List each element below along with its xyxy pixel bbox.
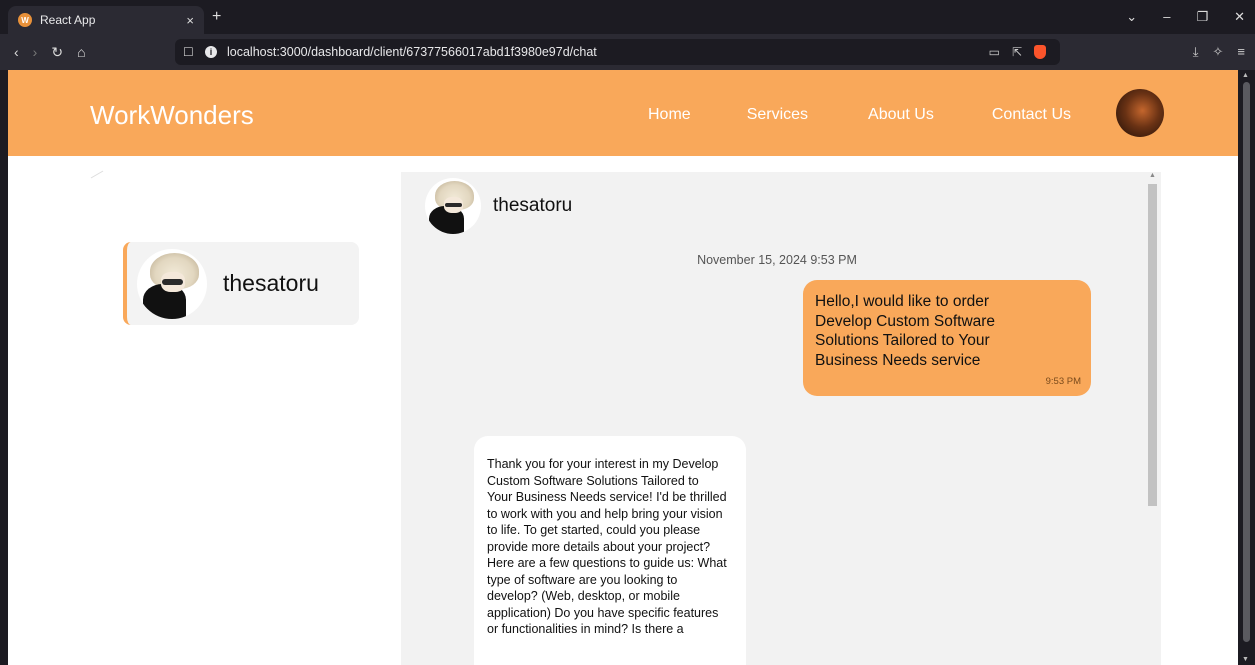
nav-about[interactable]: About Us (868, 106, 934, 124)
brand-logo[interactable]: WorkWonders (90, 100, 254, 131)
contact-avatar (137, 248, 207, 319)
scroll-up-icon[interactable]: ▲ (1242, 72, 1249, 79)
window-controls: ⌄ – ❐ ✕ (1126, 9, 1245, 25)
favicon-icon: W (18, 13, 32, 27)
page-viewport: WorkWonders Home Services About Us Conta… (8, 70, 1238, 665)
message-text: Hello,I would like to order Develop Cust… (815, 293, 996, 369)
cast-icon[interactable]: ▭ (989, 45, 1000, 59)
user-avatar[interactable] (1116, 89, 1164, 137)
share-icon[interactable]: ⇱ (1012, 45, 1022, 59)
chat-scrollbar[interactable]: ▲ (1145, 172, 1160, 663)
minimize-icon[interactable]: – (1163, 9, 1170, 25)
toolbar-right: ⤓ ✧ ≡ (1193, 44, 1245, 60)
message-text: Thank you for your interest in my Develo… (487, 457, 727, 636)
address-bar-icons: ▭ ⇱ (989, 45, 1046, 59)
tab-title: React App (40, 13, 96, 27)
page-scrollbar[interactable]: ▲ ▼ (1238, 70, 1255, 665)
brave-shield-icon[interactable] (1034, 45, 1046, 59)
tab-list-icon[interactable]: ⌄ (1126, 9, 1137, 25)
menu-icon[interactable]: ≡ (1237, 44, 1245, 60)
close-window-icon[interactable]: ✕ (1234, 9, 1245, 25)
download-icon[interactable]: ⤓ (1193, 44, 1199, 60)
chat-avatar (425, 178, 481, 234)
chat-scroll-thumb[interactable] (1148, 184, 1157, 506)
page-scroll-thumb[interactable] (1243, 82, 1250, 642)
contact-item[interactable]: thesatoru (123, 242, 359, 325)
forward-icon[interactable]: › (33, 44, 38, 61)
date-separator: November 15, 2024 9:53 PM (697, 253, 857, 267)
address-bar[interactable]: ☐ i localhost:3000/dashboard/client/6737… (175, 39, 1060, 65)
close-tab-icon[interactable]: × (186, 13, 194, 28)
browser-tab[interactable]: W React App × (8, 6, 204, 34)
nav-home[interactable]: Home (648, 106, 691, 124)
chat-header: thesatoru (425, 178, 572, 234)
nav-contact[interactable]: Contact Us (992, 106, 1071, 124)
maximize-icon[interactable]: ❐ (1196, 9, 1208, 25)
browser-toolbar: ‹ › ↻ ⌂ ☐ i localhost:3000/dashboard/cli… (0, 34, 1255, 70)
back-icon[interactable]: ‹ (14, 44, 19, 61)
home-icon[interactable]: ⌂ (77, 44, 85, 61)
reload-icon[interactable]: ↻ (51, 44, 63, 61)
message-time: 9:53 PM (1045, 376, 1081, 387)
contact-name: thesatoru (223, 270, 319, 296)
decorative-mark (90, 170, 104, 179)
url-text[interactable]: localhost:3000/dashboard/client/67377566… (227, 45, 597, 59)
browser-tab-bar: W React App × + ⌄ – ❐ ✕ (0, 0, 1255, 34)
extensions-icon[interactable]: ✧ (1213, 44, 1224, 60)
scroll-down-icon[interactable]: ▼ (1242, 656, 1249, 663)
chat-header-name: thesatoru (493, 195, 573, 216)
scroll-up-icon[interactable]: ▲ (1149, 172, 1156, 179)
incoming-message: Thank you for your interest in my Develo… (474, 436, 746, 665)
new-tab-icon[interactable]: + (212, 8, 221, 26)
nav-buttons: ‹ › ↻ ⌂ (14, 44, 174, 61)
main-nav: Home Services About Us Contact Us (648, 106, 1131, 124)
site-header: WorkWonders Home Services About Us Conta… (8, 70, 1238, 156)
outgoing-message: Hello,I would like to order Develop Cust… (803, 280, 1091, 396)
bookmark-icon[interactable]: ☐ (183, 45, 205, 59)
site-info-icon[interactable]: i (205, 46, 217, 58)
nav-services[interactable]: Services (747, 106, 808, 124)
chat-panel: thesatoru November 15, 2024 9:53 PM Hell… (401, 172, 1161, 665)
